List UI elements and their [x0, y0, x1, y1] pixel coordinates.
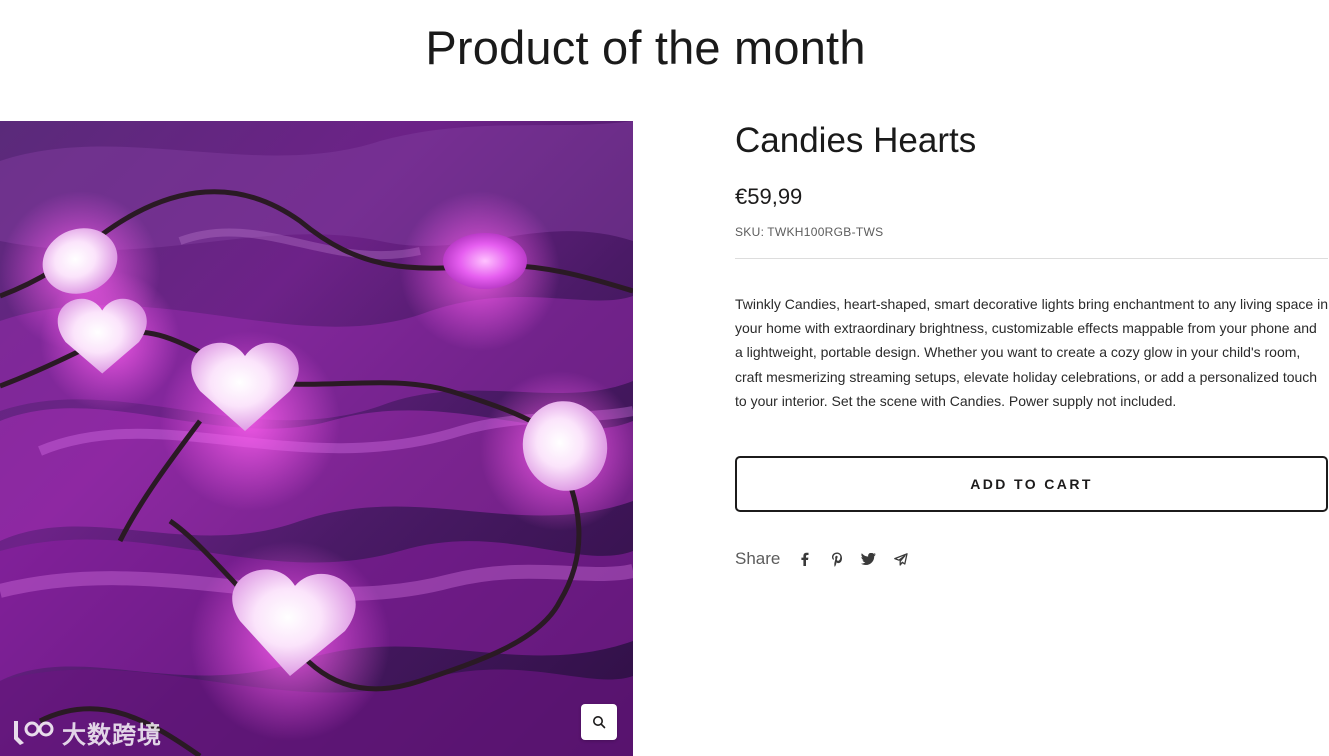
- sku-value: TWKH100RGB-TWS: [767, 225, 884, 239]
- email-send-icon[interactable]: [892, 551, 909, 568]
- share-row: Share: [735, 547, 1328, 571]
- product-of-the-month-page: Product of the month 大数跨境 Candies Hearts…: [0, 0, 1329, 756]
- product-image[interactable]: [0, 121, 633, 756]
- product-price: €59,99: [735, 184, 803, 209]
- watermark: 大数跨境: [10, 714, 162, 750]
- product-name: Candies Hearts: [735, 121, 977, 160]
- sku-label: SKU:: [735, 225, 765, 239]
- share-label: Share: [735, 549, 781, 569]
- product-description: Twinkly Candies, heart-shaped, smart dec…: [735, 296, 1328, 409]
- facebook-icon[interactable]: [796, 551, 813, 568]
- product-info: Candies Hearts €59,99 SKU: TWKH100RGB-TWS…: [735, 118, 1328, 571]
- watermark-text: 大数跨境: [62, 720, 162, 749]
- watermark-logo-icon: [10, 717, 56, 747]
- zoom-button[interactable]: [581, 704, 617, 740]
- pinterest-icon[interactable]: [828, 551, 845, 568]
- twitter-icon[interactable]: [860, 551, 877, 568]
- product-sku: SKU: TWKH100RGB-TWS: [735, 224, 1328, 240]
- zoom-icon: [592, 715, 606, 729]
- add-to-cart-button[interactable]: ADD TO CART: [735, 456, 1328, 513]
- section-title: Product of the month: [425, 21, 866, 74]
- divider: [735, 258, 1328, 259]
